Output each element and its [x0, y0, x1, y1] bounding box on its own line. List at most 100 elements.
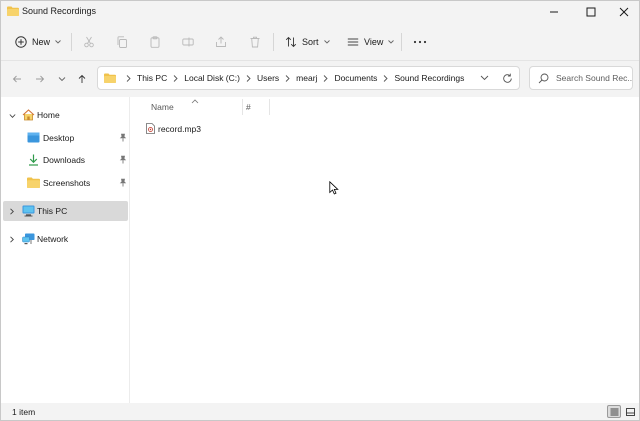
- pin-icon[interactable]: [119, 133, 127, 144]
- folder-icon: [7, 6, 19, 16]
- chevron-down-icon: [388, 40, 395, 44]
- view-button[interactable]: View: [347, 32, 395, 52]
- view-label: View: [364, 37, 384, 47]
- command-bar: New Sort View: [1, 23, 639, 61]
- arrow-left-icon: [12, 75, 21, 83]
- forward-button[interactable]: [32, 71, 48, 87]
- recent-locations-button[interactable]: [54, 71, 70, 87]
- sidebar-item-network[interactable]: Network: [3, 229, 128, 249]
- up-button[interactable]: [74, 71, 90, 87]
- new-label: New: [32, 37, 51, 47]
- chevron-right-icon: [246, 74, 251, 82]
- pin-icon[interactable]: [119, 178, 127, 189]
- audio-file-icon: [146, 123, 155, 136]
- sort-ascending-icon: [191, 96, 199, 106]
- breadcrumb-this-pc[interactable]: This PC: [137, 73, 167, 83]
- cut-button[interactable]: [83, 32, 95, 52]
- chevron-right-icon[interactable]: [9, 235, 15, 245]
- trash-icon: [250, 36, 260, 48]
- window-title: Sound Recordings: [22, 6, 97, 16]
- breadcrumb-local-disk[interactable]: Local Disk (C:): [184, 73, 240, 83]
- sidebar-item-screenshots[interactable]: Screenshots: [3, 173, 128, 193]
- delete-button[interactable]: [249, 32, 261, 52]
- sidebar-item-this-pc[interactable]: This PC: [3, 201, 128, 221]
- search-icon: [538, 73, 549, 86]
- refresh-icon: [503, 73, 512, 83]
- chevron-right-icon: [383, 74, 389, 82]
- maximize-button[interactable]: [574, 1, 608, 23]
- tiles-view-icon: [625, 407, 635, 416]
- breadcrumb-users[interactable]: Users: [257, 73, 279, 83]
- file-list: Name # record.mp3: [131, 97, 639, 403]
- breadcrumb-user[interactable]: mearj: [296, 73, 317, 83]
- home-icon: [22, 109, 35, 123]
- chevron-right-icon: [126, 74, 131, 82]
- navigation-pane: Home Desktop Downloads Screenshots This …: [1, 97, 130, 403]
- sidebar-item-downloads[interactable]: Downloads: [3, 150, 128, 170]
- close-button[interactable]: [607, 1, 640, 23]
- sidebar-item-label: Network: [37, 234, 69, 244]
- copy-icon: [117, 36, 127, 48]
- paste-button[interactable]: [149, 32, 161, 52]
- search-box[interactable]: [529, 66, 633, 90]
- maximize-icon: [586, 7, 596, 17]
- title-bar[interactable]: Sound Recordings: [1, 1, 639, 23]
- sidebar-item-desktop[interactable]: Desktop: [3, 128, 128, 148]
- search-input[interactable]: [556, 71, 632, 85]
- chevron-right-icon[interactable]: [9, 207, 15, 217]
- navigation-bar: This PC Local Disk (C:) Users mearj Docu…: [1, 61, 639, 97]
- chevron-down-icon: [55, 40, 61, 44]
- pin-icon[interactable]: [119, 155, 127, 166]
- chevron-right-icon: [173, 74, 178, 82]
- breadcrumb: This PC Local Disk (C:) Users mearj Docu…: [120, 73, 464, 83]
- sidebar-item-label: This PC: [37, 206, 68, 216]
- arrow-up-icon: [78, 74, 86, 83]
- chevron-down-icon[interactable]: [9, 111, 16, 121]
- column-header-name[interactable]: Name: [151, 102, 174, 122]
- chevron-down-icon: [480, 75, 489, 81]
- clipboard-icon: [150, 36, 160, 48]
- toolbar-divider: [71, 33, 72, 51]
- tiles-view-button[interactable]: [623, 405, 637, 418]
- downloads-icon: [28, 154, 39, 168]
- sort-button[interactable]: Sort: [285, 32, 330, 52]
- share-button[interactable]: [215, 32, 227, 52]
- plus-circle-icon: [15, 36, 27, 48]
- chevron-right-icon: [323, 74, 329, 82]
- back-button[interactable]: [9, 71, 25, 87]
- more-options-button[interactable]: [413, 32, 427, 52]
- scissors-icon: [84, 36, 94, 48]
- sidebar-item-label: Desktop: [43, 133, 75, 143]
- column-header-number[interactable]: #: [246, 102, 251, 122]
- file-name: record.mp3: [158, 124, 201, 134]
- address-history-button[interactable]: [480, 74, 489, 84]
- details-view-button[interactable]: [607, 405, 621, 418]
- view-list-icon: [347, 38, 359, 46]
- network-icon: [22, 233, 35, 247]
- sidebar-item-home[interactable]: Home: [3, 105, 128, 125]
- item-count: 1 item: [12, 407, 36, 417]
- rename-icon: [182, 37, 194, 47]
- desktop-icon: [27, 132, 40, 145]
- folder-icon: [27, 177, 40, 190]
- column-divider[interactable]: [242, 99, 243, 115]
- sort-label: Sort: [302, 37, 319, 47]
- copy-button[interactable]: [116, 32, 128, 52]
- column-divider[interactable]: [269, 99, 270, 115]
- computer-icon: [22, 205, 35, 219]
- address-bar[interactable]: This PC Local Disk (C:) Users mearj Docu…: [97, 66, 520, 90]
- sidebar-item-label: Downloads: [43, 155, 86, 165]
- chevron-down-icon: [323, 40, 330, 44]
- breadcrumb-sound-recordings[interactable]: Sound Recordings: [394, 73, 464, 83]
- minimize-button[interactable]: [537, 1, 571, 23]
- rename-button[interactable]: [182, 32, 194, 52]
- new-button[interactable]: New: [15, 32, 61, 52]
- share-icon: [216, 36, 226, 47]
- sort-icon: [285, 36, 297, 48]
- refresh-button[interactable]: [502, 73, 513, 86]
- file-row[interactable]: record.mp3: [143, 122, 263, 136]
- toolbar-divider: [273, 33, 274, 51]
- more-icon: [413, 40, 427, 44]
- breadcrumb-documents[interactable]: Documents: [334, 73, 377, 83]
- mouse-cursor-icon: [329, 180, 339, 197]
